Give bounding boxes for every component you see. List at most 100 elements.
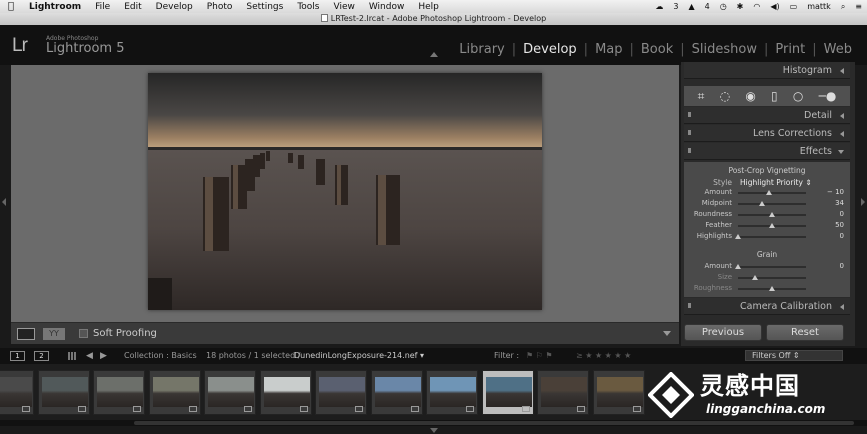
expand-icon[interactable] [838,150,844,154]
apple-icon[interactable]:  [0,1,22,12]
panel-switch-icon[interactable] [688,148,691,153]
histogram-header[interactable]: Histogram [684,62,850,79]
ai-icon[interactable]: ▲ [683,2,699,11]
slider-track[interactable] [738,201,806,206]
radial-filter-icon[interactable]: ○ [793,90,803,102]
menu-lightroom[interactable]: Lightroom [22,2,88,12]
menu-develop[interactable]: Develop [149,2,200,12]
filmstrip-thumbnail[interactable] [592,370,645,415]
photo-preview[interactable] [148,73,542,310]
slider-track[interactable] [738,223,806,228]
develop-badge-icon[interactable] [299,406,308,412]
collapse-bottom-icon[interactable] [430,428,438,433]
module-web[interactable]: Web [817,42,859,57]
slider-knob[interactable] [769,223,775,228]
wifi-icon[interactable]: ◠ [748,2,765,11]
develop-badge-icon[interactable] [466,406,474,412]
filmstrip-thumbnail[interactable] [259,370,312,415]
panel-switch-icon[interactable] [688,303,691,308]
filmstrip-thumbnail[interactable] [426,370,478,415]
red-eye-icon[interactable]: ◉ [745,90,755,102]
menu-settings[interactable]: Settings [239,2,290,12]
slider-track[interactable] [738,190,806,195]
collapse-top-icon[interactable] [430,52,438,57]
grid-view-icon[interactable] [68,352,77,360]
develop-badge-icon[interactable] [77,406,86,412]
panel-switch-icon[interactable] [688,112,691,117]
list-icon[interactable]: ≡ [850,2,867,11]
filmstrip-thumbnail[interactable] [0,370,34,415]
module-print[interactable]: Print [768,42,812,57]
adjustment-brush-icon[interactable]: ─● [819,90,837,102]
filmstrip-thumbnail[interactable] [537,370,589,415]
style-dropdown[interactable]: Highlight Priority ⇕ [740,178,812,187]
loupe-view-button[interactable] [17,327,35,340]
filmstrip-thumbnail[interactable] [93,370,145,415]
search-icon[interactable]: ⌕ [836,2,850,12]
slider-value[interactable]: 0 [840,210,844,218]
spot-removal-icon[interactable]: ◌ [720,90,730,102]
module-develop[interactable]: Develop [516,42,584,57]
filmstrip-thumbnail[interactable] [37,370,90,415]
collapse-right-icon[interactable] [861,198,865,206]
slider-value[interactable]: 0 [840,232,844,240]
slider-knob[interactable] [735,264,741,269]
screen-1-button[interactable]: 1 [10,351,25,361]
camera-calibration-header[interactable]: Camera Calibration [684,298,850,315]
toolbar-menu-icon[interactable] [663,331,671,336]
slider-track[interactable] [738,275,806,280]
flag-filter-icons[interactable]: ⚑ ⚐ ⚑ [526,351,553,360]
forward-arrow-icon[interactable]: ▶ [100,351,107,361]
filters-dropdown[interactable]: Filters Off ⇕ [745,350,843,361]
menu-window[interactable]: Window [362,2,412,12]
slider-track[interactable] [735,264,806,269]
selected-filename[interactable]: DunedinLongExposure-214.nef ▾ [294,351,424,360]
filmstrip-thumbnail[interactable] [148,370,201,415]
develop-badge-icon[interactable] [577,406,585,412]
slider-knob[interactable] [765,190,772,195]
before-after-button[interactable]: YY [43,327,65,340]
slider-value[interactable]: 0 [840,262,844,270]
collapse-icon[interactable] [840,113,844,119]
screen-2-button[interactable]: 2 [34,351,49,361]
previous-button[interactable]: Previous [684,324,762,341]
develop-badge-icon[interactable] [244,406,252,412]
status-count-1[interactable]: 3 [668,2,683,11]
module-book[interactable]: Book [634,42,680,57]
menu-view[interactable]: View [327,2,362,12]
collapse-icon[interactable] [840,131,844,137]
develop-badge-icon[interactable] [133,406,141,412]
user-name[interactable]: mattk [802,2,836,11]
detail-header[interactable]: Detail [684,107,850,124]
develop-badge-icon[interactable] [22,406,30,412]
panel-switch-icon[interactable] [688,130,691,135]
soft-proofing-checkbox[interactable] [79,329,88,338]
module-library[interactable]: Library [452,42,511,57]
slider-knob[interactable] [752,275,758,280]
collapse-left-icon[interactable] [2,198,6,206]
cloud-icon[interactable]: ☁ [650,2,668,11]
slider-value[interactable]: 34 [835,199,844,207]
develop-badge-icon[interactable] [521,406,530,412]
slider-knob[interactable] [759,201,766,206]
menu-tools[interactable]: Tools [290,2,326,12]
reset-button[interactable]: Reset [766,324,844,341]
develop-badge-icon[interactable] [355,406,363,412]
menu-edit[interactable]: Edit [117,2,148,12]
develop-badge-icon[interactable] [410,406,419,412]
module-slideshow[interactable]: Slideshow [685,42,764,57]
collapse-icon[interactable] [840,68,844,74]
image-view[interactable] [11,65,679,322]
slider-track[interactable] [738,212,806,217]
star-filter-icons[interactable]: ≥ ★ ★ ★ ★ ★ [576,351,631,360]
volume-icon[interactable]: ◀) [765,2,784,11]
filmstrip-thumbnail[interactable] [370,370,423,415]
develop-badge-icon[interactable] [188,406,197,412]
slider-knob[interactable] [769,212,775,217]
slider-knob[interactable] [769,286,775,291]
crop-tool-icon[interactable]: ⌗ [698,90,705,102]
slider-track[interactable] [735,234,806,239]
module-map[interactable]: Map [588,42,629,57]
bluetooth-icon[interactable]: ✱ [732,2,749,11]
collection-source[interactable]: Collection : Basics [124,351,197,360]
